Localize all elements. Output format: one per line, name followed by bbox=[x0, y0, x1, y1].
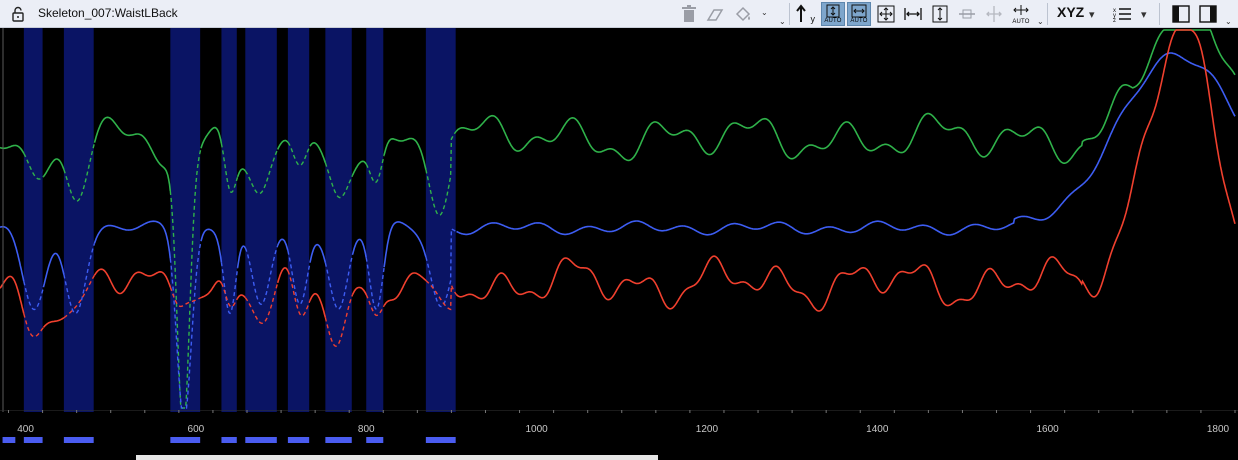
auto-scale-y-button[interactable]: AUTO bbox=[821, 2, 845, 26]
tick-label: 1400 bbox=[866, 424, 889, 435]
separator bbox=[789, 3, 790, 25]
fit-vertical-icon[interactable] bbox=[928, 2, 952, 26]
panel-left-icon[interactable] bbox=[1169, 2, 1193, 26]
tick-labels: 400 600 800 1000 1200 1400 1600 1800 bbox=[17, 424, 1229, 435]
auto-label: AUTO bbox=[850, 18, 868, 24]
pan-all-icon[interactable] bbox=[874, 2, 898, 26]
tick-label: 1600 bbox=[1036, 424, 1059, 435]
gap-bar[interactable] bbox=[2, 437, 16, 443]
tick-label: 400 bbox=[17, 424, 34, 435]
stretch-icon[interactable] bbox=[982, 2, 1006, 26]
arrow-y-icon[interactable]: y bbox=[793, 2, 817, 26]
gap-region bbox=[221, 28, 237, 412]
toolbar: Skeleton_007:WaistLBack ⌄ ⌄ y AUTO AUTO bbox=[0, 0, 1238, 28]
auto-label: AUTO bbox=[1012, 19, 1030, 25]
gap-bar[interactable] bbox=[23, 437, 43, 443]
gap-region bbox=[23, 28, 43, 412]
tick-label: 1800 bbox=[1207, 424, 1230, 435]
fill-icon[interactable] bbox=[731, 2, 755, 26]
gap-region bbox=[325, 28, 352, 412]
xyz-dropdown-icon[interactable]: ▾ bbox=[1089, 8, 1095, 21]
gap-regions bbox=[23, 28, 456, 412]
tick-label: 800 bbox=[358, 424, 375, 435]
auto-label: AUTO bbox=[824, 18, 842, 24]
fit-horizontal-icon[interactable] bbox=[901, 2, 925, 26]
separator bbox=[1159, 3, 1160, 25]
separator bbox=[1047, 3, 1048, 25]
gap-region bbox=[366, 28, 384, 412]
gap-bar[interactable] bbox=[63, 437, 94, 443]
overflow-icon[interactable]: ⌄ bbox=[779, 17, 786, 26]
panel-dropdown-icon[interactable]: ⌄ bbox=[1225, 17, 1232, 26]
eraser-icon[interactable] bbox=[703, 2, 727, 26]
gap-region bbox=[170, 28, 201, 412]
svg-text:z: z bbox=[1113, 18, 1116, 23]
auto-fit-icon[interactable]: AUTO bbox=[1009, 2, 1033, 26]
gap-bar[interactable] bbox=[366, 437, 384, 443]
auto-scale-x-button[interactable]: AUTO bbox=[847, 2, 871, 26]
gap-bar[interactable] bbox=[425, 437, 456, 443]
gap-region bbox=[63, 28, 94, 412]
xyz-icon[interactable]: XYZ bbox=[1057, 4, 1084, 20]
gap-region bbox=[245, 28, 277, 412]
tick-label: 1000 bbox=[525, 424, 548, 435]
gap-bar[interactable] bbox=[170, 437, 201, 443]
horizontal-scrollbar[interactable] bbox=[136, 455, 658, 460]
x-axis: 400 600 800 1000 1200 1400 1600 1800 bbox=[0, 410, 1238, 443]
lock-icon[interactable] bbox=[10, 6, 26, 22]
gap-bar[interactable] bbox=[221, 437, 237, 443]
gap-bar[interactable] bbox=[287, 437, 310, 443]
gap-bar[interactable] bbox=[325, 437, 352, 443]
list-dropdown-icon[interactable]: ▾ bbox=[1141, 8, 1147, 21]
window-title: Skeleton_007:WaistLBack bbox=[38, 6, 178, 20]
auto-fit-dropdown-icon[interactable]: ⌄ bbox=[1037, 17, 1044, 26]
fill-dropdown-icon[interactable]: ⌄ bbox=[761, 8, 768, 17]
slider-icon[interactable] bbox=[955, 2, 979, 26]
y-label: y bbox=[810, 14, 816, 24]
gap-region bbox=[287, 28, 310, 412]
panel-right-icon[interactable] bbox=[1196, 2, 1220, 26]
list-icon[interactable]: xyz bbox=[1111, 2, 1135, 26]
gap-bars bbox=[2, 437, 456, 443]
delete-icon[interactable] bbox=[677, 2, 701, 26]
gap-region bbox=[425, 28, 456, 412]
tick-label: 600 bbox=[188, 424, 205, 435]
tick-label: 1200 bbox=[696, 424, 719, 435]
curve-plot[interactable] bbox=[0, 28, 1238, 412]
gap-bar[interactable] bbox=[245, 437, 277, 443]
